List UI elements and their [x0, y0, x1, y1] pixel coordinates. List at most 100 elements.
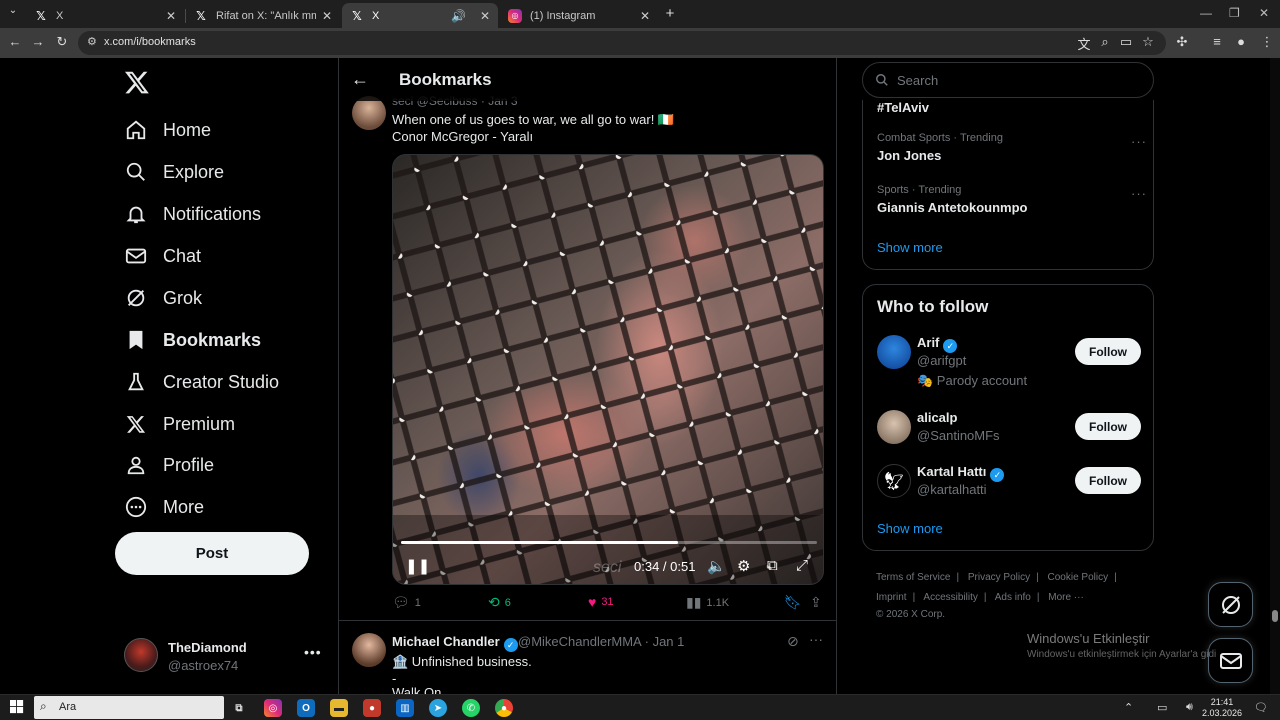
reading-list-icon[interactable]: ≡: [1208, 34, 1226, 49]
cast-icon[interactable]: ▭: [1117, 34, 1135, 50]
restore-icon[interactable]: ❐: [1229, 6, 1240, 20]
bookmark-button[interactable]: 🔖︎: [784, 594, 807, 611]
follow-button[interactable]: Follow: [1075, 413, 1141, 440]
more-dots-icon[interactable]: ···: [1131, 186, 1147, 201]
volume-icon[interactable]: 🔈: [707, 557, 726, 575]
more-dots-icon[interactable]: ···: [809, 631, 823, 647]
nav-premium[interactable]: Premium: [124, 410, 235, 438]
site-info-icon[interactable]: ⚙: [87, 35, 97, 48]
profile-icon[interactable]: ●: [1232, 34, 1250, 49]
search-input[interactable]: Search: [862, 62, 1154, 98]
messages-float-button[interactable]: [1208, 638, 1253, 683]
tweet[interactable]: Michael Chandler ✓ @MikeChandlerMMA · Jan…: [339, 621, 836, 694]
account-switcher[interactable]: TheDiamond @astroex74 •••: [124, 638, 324, 676]
whatsapp-app-icon[interactable]: ✆: [462, 699, 480, 717]
footer-link[interactable]: Imprint: [876, 592, 907, 603]
follow-button[interactable]: Follow: [1075, 467, 1141, 494]
tab-close-icon[interactable]: ✕: [322, 9, 332, 23]
grok-float-button[interactable]: [1208, 582, 1253, 627]
follow-suggestion[interactable]: Arif ✓ @arifgpt 🎭 Parody account Follow: [877, 335, 1141, 391]
tab-close-icon[interactable]: ✕: [640, 9, 650, 23]
tweet-author-name[interactable]: Michael Chandler ✓: [392, 634, 518, 652]
footer-link[interactable]: Accessibility: [923, 592, 977, 603]
tweet-author-meta[interactable]: @MikeChandlerMMA · Jan 1: [518, 634, 684, 649]
tweet[interactable]: seci @Secibuss · Jan 3 When one of us go…: [339, 88, 836, 621]
avatar[interactable]: [352, 96, 386, 130]
repost-button[interactable]: ⟲ 6: [488, 594, 511, 611]
avatar[interactable]: 🦅︎: [877, 464, 911, 498]
follow-suggestion[interactable]: alicalp @SantinoMFs Follow: [877, 410, 1141, 450]
taskbar-clock[interactable]: 21:41 2.03.2026: [1200, 697, 1244, 719]
volume-icon[interactable]: 🔊︎: [1186, 701, 1193, 714]
forward-icon[interactable]: →: [29, 34, 47, 49]
app-icon[interactable]: ●: [363, 699, 381, 717]
grok-icon[interactable]: ⊘: [787, 633, 799, 650]
avatar[interactable]: [352, 633, 386, 667]
notifications-icon[interactable]: 🗨︎: [1254, 701, 1268, 714]
nav-creator-studio[interactable]: Creator Studio: [124, 368, 279, 396]
nav-explore[interactable]: Explore: [124, 158, 224, 186]
trello-app-icon[interactable]: ▥: [396, 699, 414, 717]
scrollbar-thumb[interactable]: [1272, 610, 1278, 622]
follow-suggestion[interactable]: 🦅︎ Kartal Hattı ✓ @kartalhatti Follow: [877, 464, 1141, 504]
suggestion-name[interactable]: Arif ✓: [917, 335, 958, 353]
pause-icon[interactable]: ❚❚: [405, 557, 430, 575]
outlook-app-icon[interactable]: O: [297, 699, 315, 717]
nav-chat[interactable]: Chat: [124, 242, 201, 270]
footer-link[interactable]: Privacy Policy: [968, 572, 1030, 583]
star-icon[interactable]: ☆: [1139, 34, 1157, 50]
nav-home[interactable]: Home: [124, 116, 211, 144]
task-view-icon[interactable]: ⧉: [230, 699, 248, 717]
reply-button[interactable]: 💬︎ 1: [392, 594, 421, 611]
reload-icon[interactable]: ↻: [53, 34, 71, 50]
nav-grok[interactable]: Grok: [124, 284, 202, 312]
tab-list-icon[interactable]: ⌄: [4, 5, 22, 16]
like-button[interactable]: ♥ 31: [588, 594, 614, 610]
tab-close-icon[interactable]: ✕: [166, 9, 176, 23]
views-button[interactable]: ▮▮ 1.1K: [686, 594, 729, 611]
taskbar-search-input[interactable]: ⌕ Ara: [34, 696, 224, 719]
pip-icon[interactable]: ⧉: [767, 557, 778, 574]
nav-more[interactable]: More: [124, 493, 204, 521]
show-more-link[interactable]: Show more: [877, 240, 943, 255]
avatar[interactable]: [877, 410, 911, 444]
browser-tab-3[interactable]: 𝕏 X 🔊 ✕: [342, 3, 498, 28]
settings-gear-icon[interactable]: ⚙: [737, 557, 750, 575]
windows-start-icon[interactable]: [10, 700, 24, 714]
browser-tab-1[interactable]: 𝕏 X ✕: [26, 3, 184, 28]
footer-link[interactable]: More ···: [1048, 592, 1084, 603]
back-icon[interactable]: ←: [6, 34, 24, 49]
address-bar[interactable]: ⚙ x.com/i/bookmarks: [78, 31, 1166, 55]
post-button[interactable]: Post: [115, 532, 309, 575]
suggestion-name[interactable]: alicalp: [917, 410, 957, 425]
trend-item[interactable]: #TelAviv: [877, 96, 929, 115]
nav-notifications[interactable]: Notifications: [124, 200, 261, 228]
back-arrow-icon[interactable]: ←: [351, 69, 369, 90]
footer-link[interactable]: Terms of Service: [876, 572, 950, 583]
chrome-app-icon[interactable]: ●: [495, 699, 513, 717]
nav-bookmarks[interactable]: Bookmarks: [124, 326, 261, 354]
more-dots-icon[interactable]: •••: [304, 644, 322, 660]
browser-tab-4[interactable]: ◎ (1) Instagram ✕: [500, 3, 658, 28]
x-logo-icon[interactable]: [124, 69, 150, 95]
trend-item[interactable]: Combat Sports · Trending Jon Jones: [877, 132, 1003, 163]
fullscreen-icon[interactable]: ⤢: [796, 557, 808, 574]
suggestion-name[interactable]: Kartal Hattı ✓: [917, 464, 1005, 482]
telegram-app-icon[interactable]: ➤: [429, 699, 447, 717]
tab-close-icon[interactable]: ✕: [480, 9, 490, 23]
new-tab-icon[interactable]: +: [661, 5, 679, 22]
trend-item[interactable]: Sports · Trending Giannis Antetokounmpo: [877, 184, 1027, 215]
file-explorer-icon[interactable]: ▬: [330, 699, 348, 717]
speaker-icon[interactable]: 🔊: [451, 9, 466, 23]
extensions-icon[interactable]: ✣: [1173, 34, 1191, 50]
zoom-icon[interactable]: ⌕: [1096, 34, 1114, 50]
window-close-icon[interactable]: ✕: [1259, 6, 1269, 20]
browser-menu-icon[interactable]: ⋮: [1258, 34, 1276, 50]
footer-link[interactable]: Ads info: [995, 592, 1031, 603]
browser-tab-2[interactable]: 𝕏 Rifat on X: "Anlık mma taymı hi ✕: [186, 3, 340, 28]
address-url[interactable]: x.com/i/bookmarks: [104, 36, 196, 48]
avatar[interactable]: [877, 335, 911, 369]
share-button[interactable]: ⇪: [810, 594, 827, 611]
video-progress-bar[interactable]: [401, 541, 817, 544]
minimize-icon[interactable]: —: [1200, 6, 1212, 20]
